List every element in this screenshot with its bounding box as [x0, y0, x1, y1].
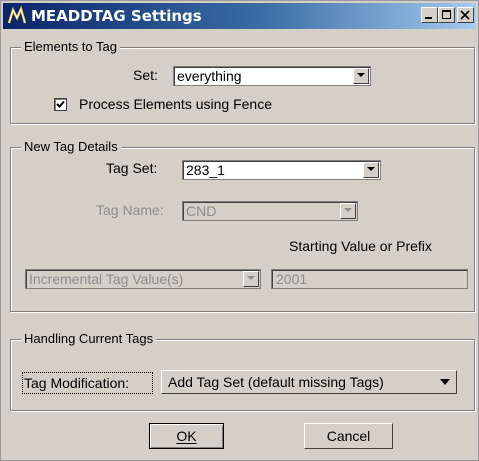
- process-fence-label[interactable]: Process Elements using Fence: [79, 96, 272, 112]
- close-button[interactable]: [457, 7, 474, 23]
- value-mode-value: Incremental Tag Value(s): [29, 271, 184, 287]
- tag-mode-value: Add Tag Set (default missing Tags): [168, 374, 384, 390]
- close-icon: [460, 10, 470, 20]
- tag-set-select[interactable]: 283_1: [182, 160, 381, 180]
- checkmark-icon: [56, 100, 65, 108]
- tag-name-value: CND: [186, 203, 217, 219]
- cancel-button[interactable]: Cancel: [304, 423, 393, 449]
- tag-name-label: Tag Name:: [96, 202, 164, 218]
- tag-name-select: CND: [182, 201, 358, 221]
- tag-mode-dropdown[interactable]: Add Tag Set (default missing Tags): [161, 370, 457, 394]
- starting-value-label: Starting Value or Prefix: [289, 238, 432, 254]
- tag-set-value: 283_1: [186, 162, 225, 178]
- new-tag-details-label: New Tag Details: [21, 139, 121, 154]
- chevron-down-icon: [440, 379, 450, 385]
- tag-set-label: Tag Set:: [106, 160, 158, 176]
- value-mode-select: Incremental Tag Value(s): [25, 269, 261, 289]
- app-icon: [7, 6, 27, 24]
- starting-value: 2001: [276, 271, 308, 287]
- set-dropdown-button[interactable]: [353, 68, 369, 84]
- window-title: MEADDTAG Settings: [31, 7, 202, 25]
- maximize-button[interactable]: [438, 7, 455, 23]
- ok-label: OK: [176, 428, 197, 444]
- tag-modification-button[interactable]: Tag Modification:: [22, 372, 153, 394]
- set-label: Set:: [133, 67, 158, 83]
- set-value: everything: [177, 68, 242, 84]
- tag-name-dropdown-button: [340, 203, 356, 219]
- handling-current-tags-label: Handling Current Tags: [21, 331, 157, 346]
- chevron-down-icon: [357, 73, 365, 77]
- tag-set-dropdown-button[interactable]: [363, 162, 379, 178]
- minimize-icon: [425, 17, 432, 19]
- chevron-down-icon: [247, 276, 255, 280]
- chevron-down-icon: [367, 167, 375, 171]
- starting-value-input: 2001: [271, 269, 468, 289]
- process-fence-checkbox[interactable]: [54, 98, 67, 111]
- set-select[interactable]: everything: [173, 66, 371, 86]
- minimize-button[interactable]: [421, 7, 438, 23]
- chevron-down-icon: [344, 208, 352, 212]
- ok-button[interactable]: OK: [149, 423, 224, 449]
- value-mode-dropdown-button: [243, 271, 259, 287]
- cancel-label: Cancel: [326, 428, 371, 444]
- tag-modification-label: Tag Modification:: [24, 375, 130, 391]
- settings-dialog: MEADDTAG Settings Elements to Tag Set: e…: [0, 0, 479, 461]
- elements-to-tag-label: Elements to Tag: [21, 39, 120, 54]
- title-bar[interactable]: MEADDTAG Settings: [3, 3, 476, 29]
- maximize-icon: [442, 10, 451, 19]
